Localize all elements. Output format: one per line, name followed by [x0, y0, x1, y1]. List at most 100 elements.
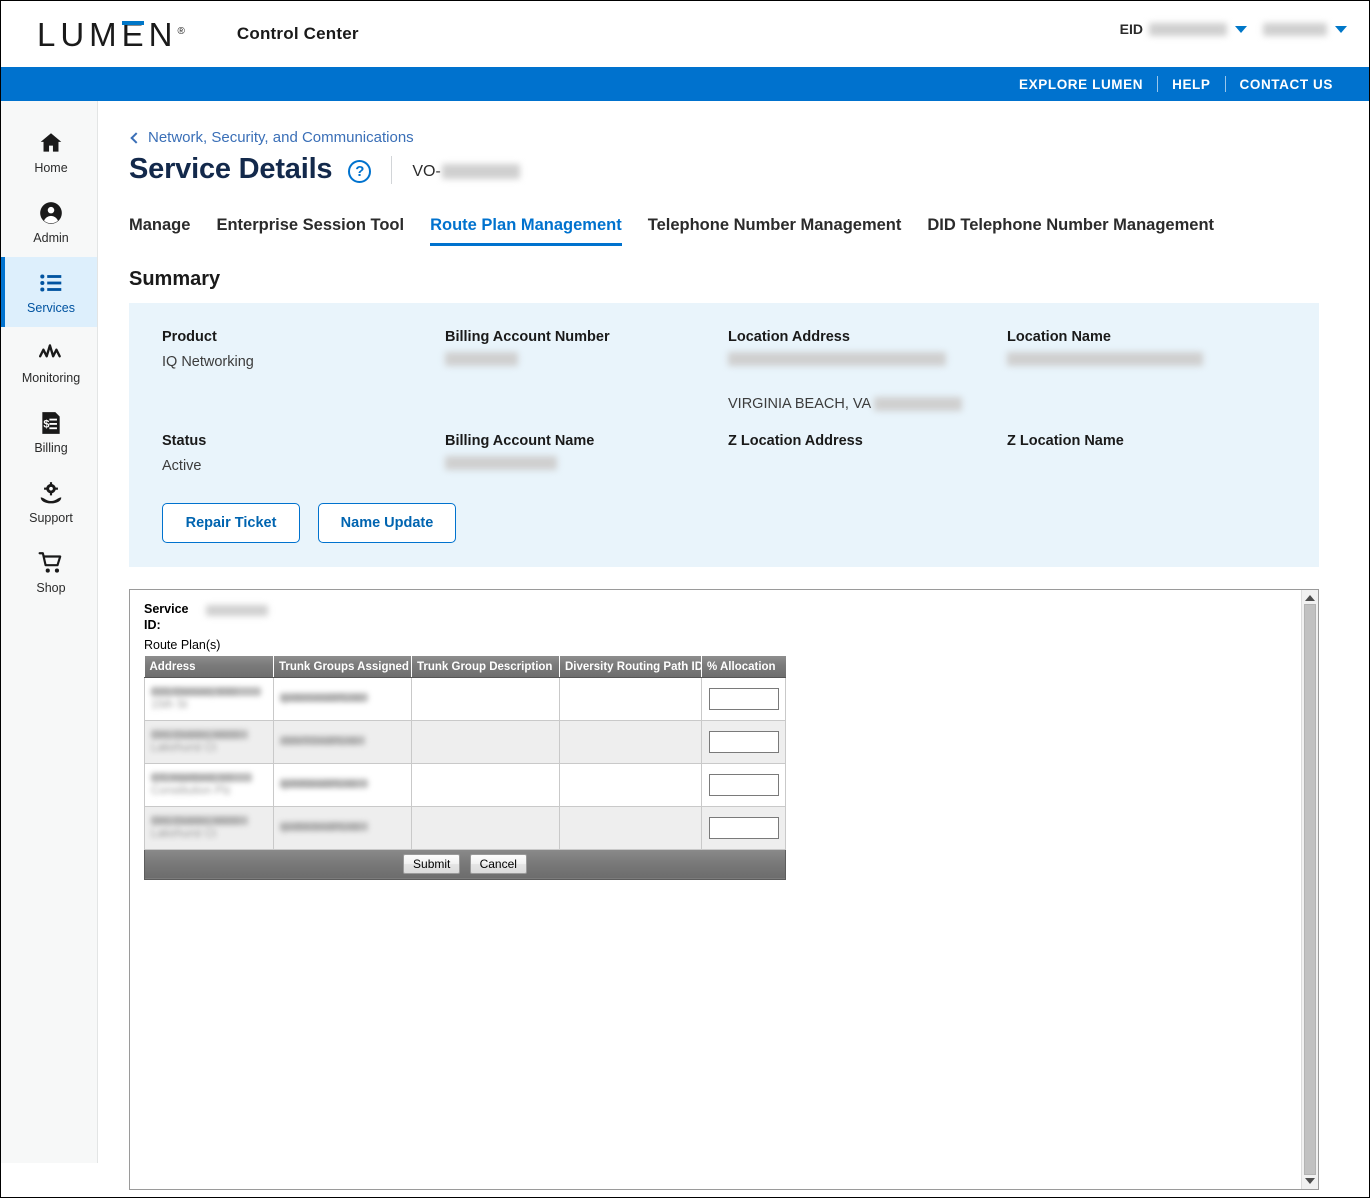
column-header-diversity-routing-path-id: Diversity Routing Path ID: [559, 656, 702, 678]
field-z-location-name: Z Location Name: [1007, 433, 1319, 477]
sidebar-item-support[interactable]: Support: [1, 467, 97, 537]
allocation-input[interactable]: [708, 773, 779, 796]
summary-field-grid: Product IQ Networking Billing Account Nu…: [162, 329, 1319, 477]
logo-wordmark: LUMEN: [37, 15, 178, 53]
trunk-group-redacted: qvhtfdealiPLnb: [280, 779, 368, 791]
cancel-button[interactable]: Cancel: [469, 854, 527, 875]
page-title: Service Details: [129, 153, 333, 185]
field-label: Billing Account Name: [445, 433, 595, 450]
location-address-line2-redacted: 23462, USA: [874, 397, 963, 412]
breadcrumb-label: Network, Security, and Communications: [148, 129, 414, 146]
cell-allocation: [701, 677, 786, 721]
left-sidebar-nav: Home Admin Services Monitoring $ Billing…: [1, 101, 98, 1163]
table-row: OH, Dublin, 4600 Lakehurst Ct cbhrTGndPL…: [144, 720, 786, 764]
field-label: Z Location Address: [728, 433, 863, 450]
scroll-up-arrow-icon[interactable]: [1305, 595, 1315, 602]
top-header-bar: LUMEN® Control Center EID 99842322 sqtru…: [1, 1, 1369, 67]
user-circle-icon: [40, 201, 62, 224]
sidebar-item-monitoring[interactable]: Monitoring: [1, 327, 97, 397]
tab-bar: Manage Enterprise Session Tool Route Pla…: [129, 216, 1319, 246]
logo-registered-mark: ®: [177, 25, 185, 37]
allocation-input[interactable]: [708, 730, 779, 753]
service-id-label: Service ID:: [144, 602, 189, 632]
field-z-location-address: Z Location Address: [728, 433, 1007, 477]
cell-trunk-group: qvdblcbndPLnb: [273, 806, 412, 850]
allocation-input[interactable]: [708, 816, 779, 839]
summary-heading: Summary: [129, 268, 221, 290]
cell-diversity-path-id: [559, 677, 702, 721]
breadcrumb[interactable]: Network, Security, and Communications: [129, 129, 1319, 146]
scroll-down-arrow-icon[interactable]: [1305, 1178, 1315, 1185]
cell-address: OH, Dublin, 4600 Lakehurst Ct: [144, 720, 274, 764]
trunk-group-redacted: cbhrTGndPLnb: [280, 736, 365, 748]
summary-action-buttons: Repair Ticket Name Update: [162, 503, 1319, 544]
cell-address: CT, Hartford, 10 Constitution Plz: [144, 763, 274, 807]
service-id-prefix: VO-: [412, 162, 441, 180]
cell-description: [411, 677, 560, 721]
cell-description: [411, 763, 560, 807]
tab-telephone-number-management[interactable]: Telephone Number Management: [648, 216, 902, 246]
route-plan-frame-content: Service ID: 63869762 Route Plan(s) Ad: [130, 590, 1301, 1189]
cell-address: OH, Dublin, 4600 Lakehurst Ct: [144, 806, 274, 850]
header-account-controls: EID 99842322 sqtrunk: [1120, 21, 1347, 37]
sidebar-item-home[interactable]: Home: [1, 117, 97, 187]
page-title-row: Service Details ? VO- 500027944: [129, 153, 1319, 186]
frame-vertical-scrollbar[interactable]: [1301, 590, 1318, 1190]
logo-accent-bar: [122, 20, 144, 25]
invoice-icon: $: [42, 411, 60, 434]
table-row: CT, Hartford, 10 Constitution Plz qvhtfd…: [144, 763, 786, 807]
cell-diversity-path-id: [559, 806, 702, 850]
secondary-blue-nav: EXPLORE LUMEN HELP CONTACT US: [1, 67, 1369, 101]
field-label: Location Name: [1007, 329, 1111, 345]
field-billing-account-number: Billing Account Number 78382024: [445, 329, 728, 415]
column-header-trunk-group-description: Trunk Group Description: [411, 656, 560, 678]
eid-value-redacted: 99842322: [1149, 22, 1227, 36]
tab-did-telephone-number-management[interactable]: DID Telephone Number Management: [927, 216, 1214, 246]
scrollbar-thumb[interactable]: [1304, 604, 1316, 1176]
help-link[interactable]: HELP: [1158, 77, 1224, 92]
chevron-down-icon[interactable]: [1235, 25, 1247, 33]
sidebar-item-services[interactable]: Services: [1, 257, 97, 327]
table-footer-row: Submit Cancel: [144, 848, 786, 880]
chevron-down-icon[interactable]: [1335, 25, 1347, 33]
location-address-line2: VIRGINIA BEACH, VA: [728, 396, 872, 413]
address-redacted: OH, Dublin, 4600 Lakehurst Ct: [151, 730, 248, 754]
trunk-group-redacted: qvdblcbndPLnb: [280, 822, 368, 834]
user-menu[interactable]: sqtrunk: [1263, 22, 1347, 36]
chevron-left-icon: [130, 131, 142, 144]
sidebar-item-billing[interactable]: $ Billing: [1, 397, 97, 467]
sidebar-item-admin[interactable]: Admin: [1, 187, 97, 257]
allocation-input[interactable]: [708, 687, 779, 710]
name-update-button[interactable]: Name Update: [318, 503, 456, 544]
sidebar-label-billing: Billing: [34, 440, 68, 455]
route-plan-frame: Service ID: 63869762 Route Plan(s) Ad: [129, 589, 1319, 1191]
cell-diversity-path-id: [559, 763, 702, 807]
field-label: Status: [162, 433, 207, 450]
tab-route-plan-management[interactable]: Route Plan Management: [430, 216, 622, 246]
submit-button[interactable]: Submit: [403, 854, 461, 875]
address-redacted: CO, Denver, 930 15th St: [151, 687, 261, 711]
eid-selector[interactable]: EID 99842322: [1120, 21, 1247, 37]
cell-trunk-group: qvdenvealiPLnb: [273, 677, 412, 721]
title-divider: [391, 155, 393, 184]
tab-enterprise-session-tool[interactable]: Enterprise Session Tool: [216, 216, 404, 246]
explore-lumen-link[interactable]: EXPLORE LUMEN: [1005, 77, 1157, 92]
field-location-address: Location Address 222 CENTRAL PARK AVE, F…: [728, 329, 1007, 415]
cell-trunk-group: qvhtfdealiPLnb: [273, 763, 412, 807]
field-value: Active: [162, 458, 202, 475]
repair-ticket-button[interactable]: Repair Ticket: [162, 503, 300, 544]
cell-description: [411, 806, 560, 850]
contact-us-link[interactable]: CONTACT US: [1226, 77, 1348, 92]
service-id-value-redacted: 500027944: [441, 164, 520, 179]
lumen-logo[interactable]: LUMEN ®: [37, 18, 185, 51]
tab-manage[interactable]: Manage: [129, 216, 190, 246]
field-location-name: Location Name VIRGINIA BEACH - NORFOLK: [1007, 329, 1319, 415]
help-icon[interactable]: ?: [348, 159, 372, 183]
table-header-row: Address Trunk Groups Assigned Trunk Grou…: [144, 656, 786, 678]
sidebar-item-shop[interactable]: Shop: [1, 537, 97, 607]
svg-text:$: $: [43, 418, 49, 430]
field-value: IQ Networking: [162, 354, 254, 370]
sidebar-label-support: Support: [29, 510, 73, 525]
activity-icon: [38, 343, 61, 357]
sidebar-label-monitoring: Monitoring: [21, 370, 81, 385]
